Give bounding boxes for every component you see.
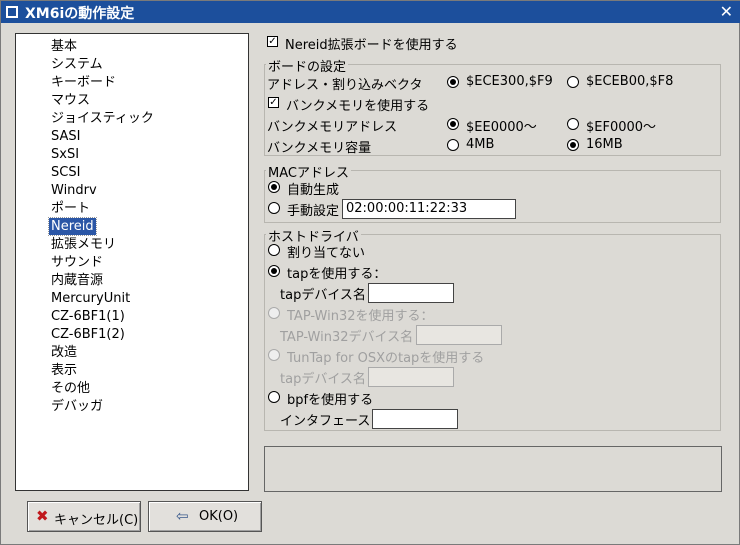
mac-auto-label: 自動生成 xyxy=(287,183,340,198)
category-item[interactable]: キーボード xyxy=(49,74,118,91)
address-option-2-radio[interactable] xyxy=(567,76,579,88)
category-item[interactable]: その他 xyxy=(49,380,92,397)
ok-button-label: OK(O) xyxy=(199,509,239,524)
bank-size-16mb-label: 16MB xyxy=(586,137,623,152)
category-item[interactable]: 基本 xyxy=(49,38,79,55)
category-item[interactable]: Windrv xyxy=(49,182,99,199)
category-list[interactable]: 基本 システム キーボード マウス ジョイスティック SASI SxSI SCS… xyxy=(15,33,249,491)
bank-address-option-1-radio[interactable] xyxy=(447,118,459,130)
category-item[interactable]: ポート xyxy=(49,200,92,217)
host-none-label: 割り当てない xyxy=(287,246,366,261)
cancel-button[interactable]: ✖ キャンセル(C) xyxy=(27,501,141,532)
category-item[interactable]: デバッガ xyxy=(49,398,105,415)
category-item[interactable]: サウンド xyxy=(49,254,105,271)
description-box xyxy=(264,446,722,492)
category-item-selected[interactable]: Nereid xyxy=(48,217,97,236)
nereid-enable-label: Nereid拡張ボードを使用する xyxy=(285,38,458,53)
address-option-2-label: $ECEB00,$F8 xyxy=(586,74,674,89)
bank-size-4mb-radio[interactable] xyxy=(447,139,459,151)
title-bar: XM6iの動作設定 ✕ xyxy=(1,1,740,23)
mac-auto-radio[interactable] xyxy=(268,181,280,193)
category-item[interactable]: システム xyxy=(49,56,105,73)
ok-button[interactable]: ⇦ OK(O) xyxy=(148,501,262,532)
host-win32-label: TAP-Win32を使用する： xyxy=(287,309,434,324)
host-bpf-radio[interactable] xyxy=(268,391,280,403)
category-item[interactable]: 内蔵音源 xyxy=(49,272,105,289)
board-settings-title: ボードの設定 xyxy=(266,56,349,75)
host-osx-label: TunTap for OSXのtapを使用する xyxy=(287,351,485,366)
address-vector-label: アドレス・割り込みベクタ xyxy=(267,78,423,93)
tap-device-label: tapデバイス名 xyxy=(280,288,366,303)
bpf-interface-input[interactable] xyxy=(372,409,458,429)
bank-size-label: バンクメモリ容量 xyxy=(267,141,372,156)
close-icon[interactable]: ✕ xyxy=(720,2,733,21)
address-option-1-radio[interactable] xyxy=(447,76,459,88)
category-item[interactable]: MercuryUnit xyxy=(49,290,132,307)
host-bpf-label: bpfを使用する xyxy=(287,393,374,408)
host-tap-label: tapを使用する： xyxy=(287,267,387,282)
mac-manual-label: 手動設定 xyxy=(287,204,340,219)
host-osx-radio xyxy=(268,349,280,361)
category-item[interactable]: SxSI xyxy=(49,146,81,163)
osx-device-input xyxy=(368,367,454,387)
category-item[interactable]: CZ-6BF1(1) xyxy=(49,308,127,325)
bank-memory-enable-label: バンクメモリを使用する xyxy=(286,99,430,114)
bpf-interface-label: インタフェース xyxy=(280,414,371,429)
category-item[interactable]: 改造 xyxy=(49,344,79,361)
category-item[interactable]: マウス xyxy=(49,92,92,109)
window-menu-icon[interactable] xyxy=(6,6,18,18)
bank-address-option-2-label: $EF0000～ xyxy=(586,120,657,135)
window-title: XM6iの動作設定 xyxy=(25,6,135,22)
bank-address-option-2-radio[interactable] xyxy=(567,118,579,130)
bank-memory-enable-checkbox[interactable]: ✓ xyxy=(268,97,279,108)
settings-dialog: XM6iの動作設定 ✕ 基本 システム キーボード マウス ジョイスティック S… xyxy=(0,0,740,545)
ok-arrow-icon: ⇦ xyxy=(176,507,189,525)
host-none-radio[interactable] xyxy=(268,244,280,256)
category-item[interactable]: SCSI xyxy=(49,164,82,181)
category-item[interactable]: SASI xyxy=(49,128,82,145)
tap-device-input[interactable] xyxy=(368,283,454,303)
bank-address-label: バンクメモリアドレス xyxy=(267,120,398,135)
mac-address-input[interactable]: 02:00:00:11:22:33 xyxy=(342,199,516,219)
category-item[interactable]: ジョイスティック xyxy=(49,110,156,127)
mac-manual-radio[interactable] xyxy=(268,202,280,214)
bank-address-option-1-label: $EE0000～ xyxy=(466,120,537,135)
nereid-enable-checkbox[interactable]: ✓ xyxy=(267,36,278,47)
osx-device-label: tapデバイス名 xyxy=(280,372,366,387)
host-tap-radio[interactable] xyxy=(268,265,280,277)
host-win32-radio xyxy=(268,307,280,319)
address-option-1-label: $ECE300,$F9 xyxy=(466,74,553,89)
category-item[interactable]: CZ-6BF1(2) xyxy=(49,326,127,343)
win32-device-input xyxy=(416,325,502,345)
bank-size-4mb-label: 4MB xyxy=(466,137,495,152)
category-item[interactable]: 拡張メモリ xyxy=(49,236,118,253)
cancel-x-icon: ✖ xyxy=(36,507,49,525)
category-item[interactable]: 表示 xyxy=(49,362,79,379)
win32-device-label: TAP-Win32デバイス名 xyxy=(280,330,414,345)
cancel-button-label: キャンセル(C) xyxy=(54,513,139,528)
bank-size-16mb-radio[interactable] xyxy=(567,139,579,151)
